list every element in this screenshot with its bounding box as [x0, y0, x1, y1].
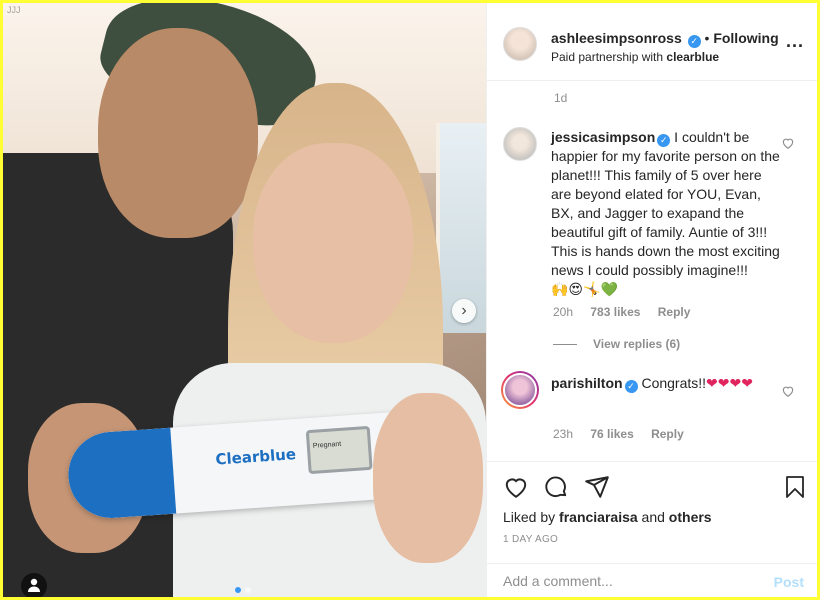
comment-age: 20h [553, 305, 574, 319]
follow-status-button[interactable]: Following [713, 30, 778, 46]
verified-icon: ✓ [687, 35, 701, 48]
comment-likes[interactable]: 76 likes [590, 427, 633, 441]
post-date: 1 DAY AGO [503, 534, 559, 545]
post-comment-button[interactable]: Post [774, 574, 804, 590]
test-brand-label: Clearblue [214, 445, 297, 469]
liked-by-and: and [641, 509, 665, 525]
tagged-users-button[interactable] [21, 573, 47, 597]
photo-watermark: JJJ [7, 5, 21, 15]
more-options-button[interactable]: ... [786, 31, 804, 52]
comment-username[interactable]: parishilton [551, 375, 623, 391]
add-comment-bar: Post [487, 563, 817, 597]
bookmark-save-icon[interactable] [783, 474, 807, 500]
comment-like-heart-icon[interactable] [781, 384, 795, 398]
comment-username[interactable]: jessicasimpson [551, 129, 655, 145]
comment-emojis: 🙌😍🤸💚 [551, 282, 618, 298]
add-comment-input[interactable] [503, 570, 753, 592]
post-actions: Liked by franciaraisa and others 1 DAY A… [487, 461, 817, 579]
story-ring [503, 373, 537, 407]
liked-by-others[interactable]: others [669, 509, 712, 525]
comment-age: 23h [553, 427, 574, 441]
liked-by-prefix: Liked by [503, 509, 556, 525]
liked-by: Liked by franciaraisa and others [503, 509, 712, 525]
more-icon: ... [785, 31, 804, 51]
comment-text: Congrats!! [641, 375, 707, 391]
chevron-right-icon: › [461, 302, 467, 319]
comment-emojis: ❤❤❤❤ [706, 376, 753, 392]
woman-face [253, 143, 413, 343]
like-heart-icon[interactable] [503, 474, 529, 500]
carousel-next-button[interactable]: › [452, 299, 476, 323]
verified-icon: ✓ [624, 380, 638, 393]
paid-partnership-prefix: Paid partnership with [551, 50, 664, 64]
comment-item: jessicasimpson ✓ I couldn't be happier fo… [551, 128, 781, 300]
carousel-dot-active [235, 587, 241, 593]
comment-reply-button[interactable]: Reply [658, 305, 691, 319]
comment-like-heart-icon[interactable] [781, 136, 795, 150]
comment-meta: 20h 783 likes Reply [553, 305, 704, 319]
post-header: ashleesimpsonross ✓ • Following Paid par… [487, 3, 817, 81]
instagram-post-frame: Clearblue Pregnant JJJ › ashleesimpsonro… [3, 3, 817, 597]
author-avatar[interactable] [503, 27, 537, 61]
post-photo[interactable]: Clearblue Pregnant JJJ › [3, 3, 486, 597]
separator: • [704, 30, 710, 46]
author-username[interactable]: ashleesimpsonross [551, 30, 682, 46]
carousel-dot [245, 587, 251, 593]
comment-bubble-icon[interactable] [543, 474, 569, 500]
view-replies-button[interactable]: View replies (6) [553, 337, 680, 351]
verified-icon: ✓ [657, 134, 671, 147]
test-screen-text: Pregnant [312, 440, 342, 450]
user-icon [28, 578, 40, 592]
comment-item: parishilton ✓ Congrats!!❤❤❤❤ [551, 374, 781, 394]
paid-partnership: Paid partnership with clearblue [551, 50, 719, 64]
comment-meta: 23h 76 likes Reply [553, 427, 698, 441]
commenter-avatar-jessicasimpson[interactable] [503, 127, 537, 161]
right-hand [373, 393, 483, 563]
comment-likes[interactable]: 783 likes [590, 305, 640, 319]
comment-text: I couldn't be happier for my favorite pe… [551, 129, 780, 278]
post-side-panel: ashleesimpsonross ✓ • Following Paid par… [486, 3, 817, 597]
test-cap [65, 427, 177, 521]
author-line: ashleesimpsonross ✓ • Following [551, 30, 779, 48]
partner-link[interactable]: clearblue [666, 50, 719, 64]
liked-by-user[interactable]: franciaraisa [559, 509, 638, 525]
test-screen: Pregnant [305, 425, 373, 475]
share-send-icon[interactable] [584, 474, 610, 500]
man-face [98, 28, 258, 238]
carousel-indicator [235, 587, 251, 593]
caption-age: 1d [554, 91, 568, 105]
comment-reply-button[interactable]: Reply [651, 427, 684, 441]
commenter-avatar-parishilton[interactable] [501, 371, 539, 409]
